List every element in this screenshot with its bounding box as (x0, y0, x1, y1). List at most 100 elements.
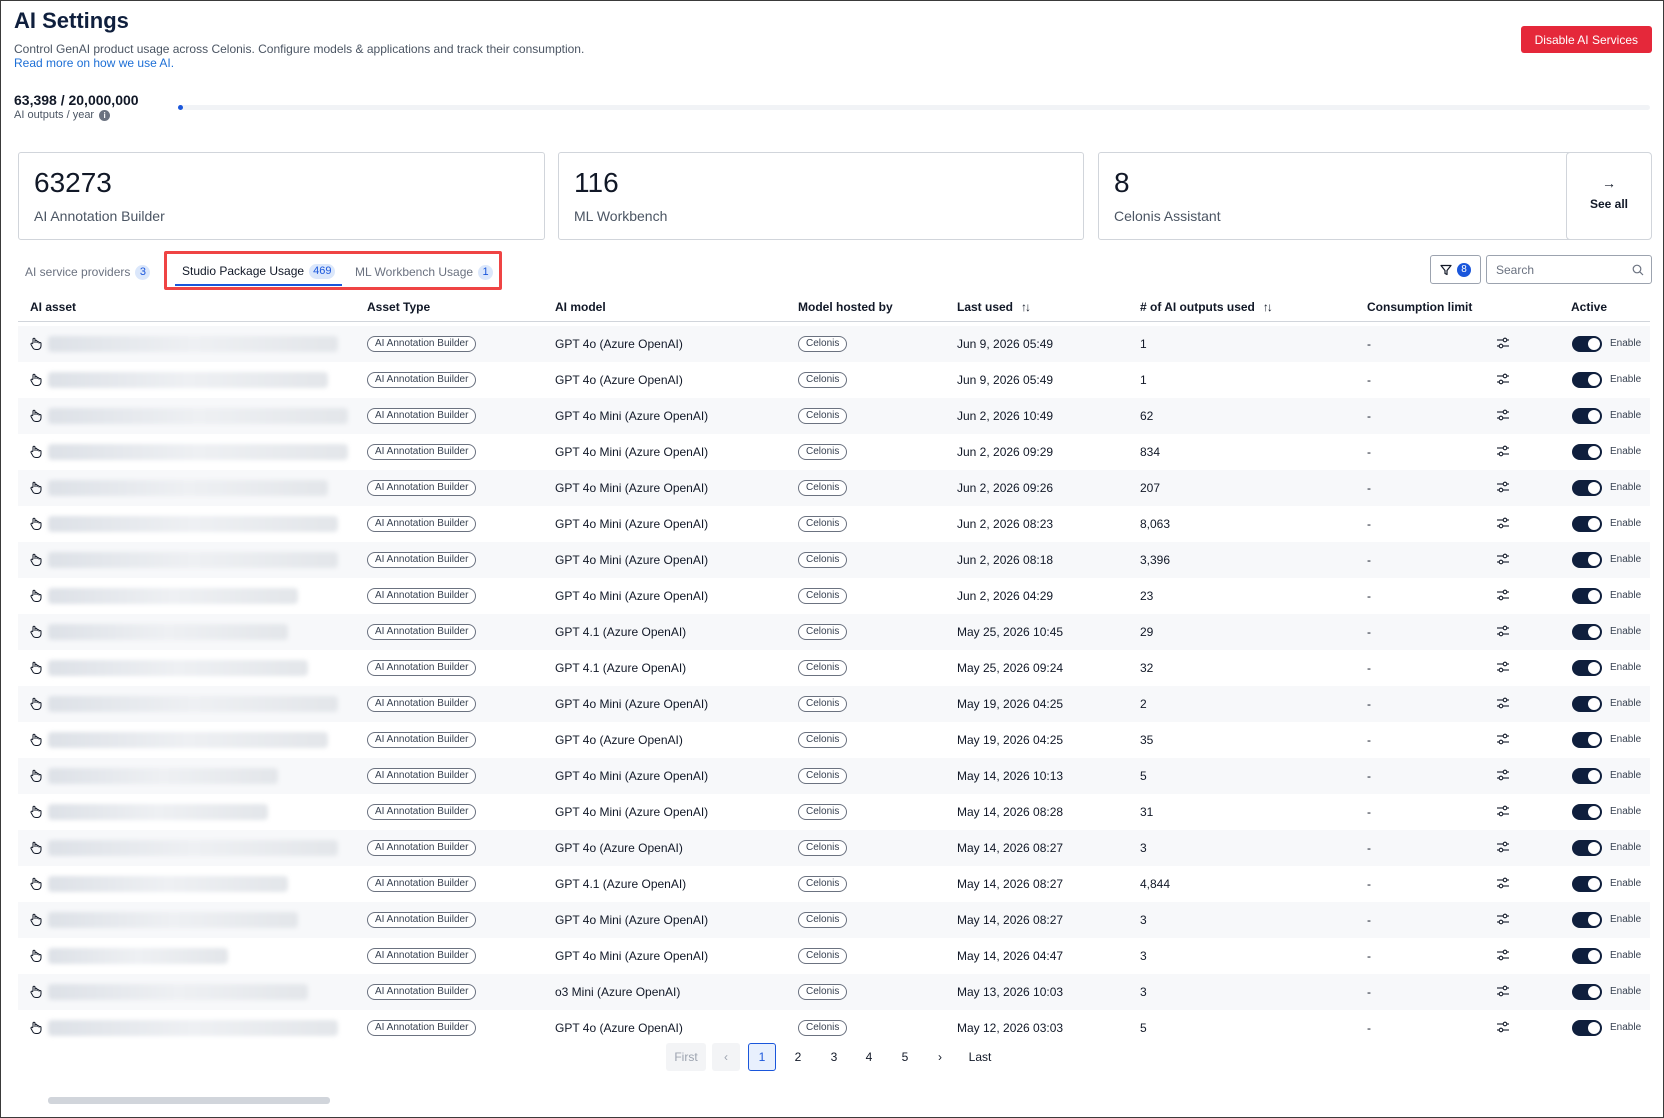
active-toggle[interactable] (1572, 408, 1602, 424)
active-toggle[interactable] (1572, 660, 1602, 676)
column-header-last-used[interactable]: Last used ↑↓ (957, 300, 1031, 314)
active-toggle[interactable] (1572, 948, 1602, 964)
outputs-used-cell: 5 (1140, 769, 1147, 783)
redacted-asset-name (48, 660, 308, 676)
adjust-limit-icon[interactable] (1496, 625, 1510, 637)
pagination-page-button[interactable]: 1 (748, 1043, 776, 1071)
last-used-cell: May 13, 2026 10:03 (957, 985, 1064, 999)
hand-pointer-icon (30, 877, 42, 890)
active-toggle[interactable] (1572, 912, 1602, 928)
filter-button[interactable]: 8 (1430, 255, 1481, 284)
pagination-page-button[interactable]: 5 (891, 1043, 919, 1071)
adjust-limit-icon[interactable] (1496, 589, 1510, 601)
adjust-limit-icon[interactable] (1496, 985, 1510, 997)
active-toggle[interactable] (1572, 1020, 1602, 1036)
active-toggle[interactable] (1572, 516, 1602, 532)
consumption-limit-cell: - (1367, 697, 1371, 711)
active-toggle[interactable] (1572, 732, 1602, 748)
active-toggle[interactable] (1572, 876, 1602, 892)
read-more-link[interactable]: Read more on how we use AI. (14, 56, 174, 70)
adjust-limit-icon[interactable] (1496, 373, 1510, 385)
tab-ai-service-providers[interactable]: AI service providers 3 (18, 258, 157, 286)
toggle-label: Enable (1610, 410, 1642, 421)
adjust-limit-icon[interactable] (1496, 697, 1510, 709)
info-icon[interactable]: i (99, 109, 111, 121)
adjust-limit-icon[interactable] (1496, 841, 1510, 853)
active-toggle[interactable] (1572, 588, 1602, 604)
usage-tabs: AI service providers 3 Studio Package Us… (18, 258, 1638, 286)
horizontal-scrollbar[interactable] (48, 1097, 330, 1104)
column-header-ai-asset: AI asset (30, 300, 77, 314)
model-host-pill: Celonis (798, 804, 848, 820)
pagination-last-button[interactable]: Last (962, 1043, 998, 1071)
table-row: AI Annotation Builder GPT 4.1 (Azure Open… (18, 866, 1650, 902)
redacted-asset-name (48, 624, 288, 640)
adjust-limit-icon[interactable] (1496, 661, 1510, 673)
pagination-next-button[interactable]: › (926, 1043, 954, 1071)
active-toggle[interactable] (1572, 696, 1602, 712)
column-header-outputs-used[interactable]: # of AI outputs used ↑↓ (1140, 300, 1273, 314)
see-all-label: See all (1589, 197, 1629, 211)
adjust-limit-icon[interactable] (1496, 445, 1510, 457)
tab-studio-package-usage[interactable]: Studio Package Usage 469 (175, 258, 343, 286)
toggle-label: Enable (1610, 554, 1642, 565)
ai-model-cell: o3 Mini (Azure OpenAI) (555, 985, 681, 999)
adjust-limit-icon[interactable] (1496, 517, 1510, 529)
pagination-page-button[interactable]: 3 (820, 1043, 848, 1071)
pagination-first-button[interactable]: First (666, 1043, 706, 1071)
sort-icon[interactable]: ↑↓ (1263, 300, 1273, 314)
column-header-active: Active (1571, 300, 1608, 314)
consumption-limit-cell: - (1367, 661, 1371, 675)
active-toggle[interactable] (1572, 552, 1602, 568)
sort-icon[interactable]: ↑↓ (1021, 300, 1031, 314)
consumption-limit-cell: - (1367, 733, 1371, 747)
active-toggle[interactable] (1572, 336, 1602, 352)
toggle-label: Enable (1610, 1022, 1642, 1033)
pagination-prev-button[interactable]: ‹ (712, 1043, 740, 1071)
active-toggle[interactable] (1572, 768, 1602, 784)
tab-ml-workbench-usage[interactable]: ML Workbench Usage 1 (348, 258, 500, 286)
outputs-used-cell: 3 (1140, 985, 1147, 999)
redacted-asset-name (48, 732, 328, 748)
disable-ai-services-button[interactable]: Disable AI Services (1520, 26, 1652, 53)
adjust-limit-icon[interactable] (1496, 1021, 1510, 1033)
adjust-limit-icon[interactable] (1496, 481, 1510, 493)
hand-pointer-icon (30, 661, 42, 674)
active-toggle[interactable] (1572, 840, 1602, 856)
active-toggle[interactable] (1572, 984, 1602, 1000)
adjust-limit-icon[interactable] (1496, 733, 1510, 745)
page-title: AI Settings (14, 8, 129, 33)
adjust-limit-icon[interactable] (1496, 913, 1510, 925)
active-toggle[interactable] (1572, 444, 1602, 460)
active-toggle[interactable] (1572, 624, 1602, 640)
redacted-asset-name (48, 912, 298, 928)
adjust-limit-icon[interactable] (1496, 409, 1510, 421)
table-row: AI Annotation Builder GPT 4o Mini (Azure … (18, 506, 1650, 542)
table-row: AI Annotation Builder GPT 4o Mini (Azure … (18, 470, 1650, 506)
ai-model-cell: GPT 4o (Azure OpenAI) (555, 733, 683, 747)
redacted-asset-name (48, 948, 228, 964)
active-toggle[interactable] (1572, 480, 1602, 496)
model-host-pill: Celonis (798, 840, 848, 856)
redacted-asset-name (48, 336, 338, 352)
active-toggle[interactable] (1572, 804, 1602, 820)
hand-pointer-icon (30, 481, 42, 494)
consumption-limit-cell: - (1367, 625, 1371, 639)
adjust-limit-icon[interactable] (1496, 949, 1510, 961)
asset-type-pill: AI Annotation Builder (367, 732, 477, 748)
column-header-asset-type: Asset Type (367, 300, 431, 314)
adjust-limit-icon[interactable] (1496, 769, 1510, 781)
adjust-limit-icon[interactable] (1496, 877, 1510, 889)
adjust-limit-icon[interactable] (1496, 337, 1510, 349)
asset-type-pill: AI Annotation Builder (367, 336, 477, 352)
pagination-page-button[interactable]: 4 (855, 1043, 883, 1071)
adjust-limit-icon[interactable] (1496, 805, 1510, 817)
consumption-limit-cell: - (1367, 337, 1371, 351)
see-all-button[interactable]: → See all (1566, 152, 1652, 240)
ai-model-cell: GPT 4o Mini (Azure OpenAI) (555, 517, 709, 531)
active-toggle[interactable] (1572, 372, 1602, 388)
pagination-page-button[interactable]: 2 (784, 1043, 812, 1071)
asset-type-pill: AI Annotation Builder (367, 696, 477, 712)
search-input[interactable] (1487, 256, 1651, 283)
adjust-limit-icon[interactable] (1496, 553, 1510, 565)
